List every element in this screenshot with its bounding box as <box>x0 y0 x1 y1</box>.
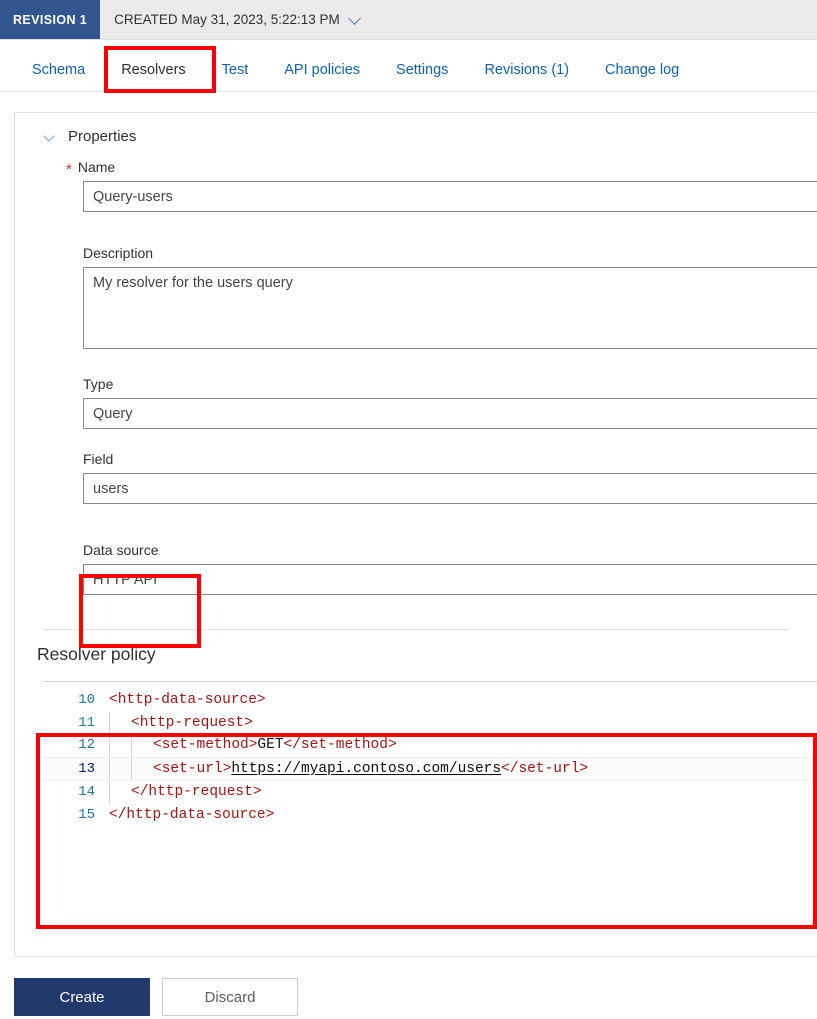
code-line[interactable]: 13 <set-url>https://myapi.contoso.com/use… <box>43 756 817 781</box>
code-text: <http-request> <box>131 714 253 731</box>
tab-change-log[interactable]: Change log <box>587 62 697 91</box>
resolver-form-card: Properties * Name Query-users Descriptio… <box>14 112 817 957</box>
tab-resolvers[interactable]: Resolvers <box>103 62 203 91</box>
line-number: 11 <box>78 714 95 731</box>
code-text: </http-data-source> <box>109 806 275 823</box>
field-field-group: Field users <box>83 451 817 504</box>
name-field-group: * Name Query-users <box>66 159 817 212</box>
code-line[interactable]: 15 </http-data-source> <box>43 804 817 827</box>
revision-created-info[interactable]: CREATED May 31, 2023, 5:22:13 PM <box>100 0 362 39</box>
code-line[interactable]: 14 </http-request> <box>43 781 817 804</box>
type-input[interactable]: Query <box>83 398 817 429</box>
resolver-policy-title: Resolver policy <box>37 644 156 664</box>
code-text: <http-data-source> <box>109 692 266 708</box>
name-label-text: Name <box>77 159 116 175</box>
tab-schema[interactable]: Schema <box>14 62 103 91</box>
type-field-group: Type Query <box>83 376 817 429</box>
properties-section-header[interactable]: Properties <box>15 113 817 145</box>
tab-api-policies[interactable]: API policies <box>266 62 378 91</box>
discard-button[interactable]: Discard <box>162 978 298 1016</box>
create-button[interactable]: Create <box>14 978 150 1016</box>
code-text: <set-url>https://myapi.contoso.com/users… <box>153 760 589 777</box>
indent-guides <box>109 711 131 734</box>
field-label: Field <box>83 451 114 467</box>
revision-created-text: CREATED May 31, 2023, 5:22:13 PM <box>114 12 340 27</box>
line-number: 14 <box>78 784 95 800</box>
revision-header-bar: REVISION 1 CREATED May 31, 2023, 5:22:13… <box>0 0 817 40</box>
code-text: <set-method>GET</set-method> <box>153 737 397 753</box>
description-input[interactable]: My resolver for the users query <box>83 267 817 349</box>
data-source-input[interactable]: HTTP API <box>83 564 817 595</box>
indent-guides <box>109 757 153 780</box>
field-input[interactable]: users <box>83 473 817 504</box>
name-label: * Name <box>66 159 817 177</box>
chevron-down-icon[interactable] <box>44 130 57 143</box>
revision-badge: REVISION 1 <box>0 0 101 39</box>
code-text: </http-request> <box>131 784 262 800</box>
properties-section-title: Properties <box>68 128 137 145</box>
properties-form: * Name Query-users Description My resolv… <box>15 159 817 595</box>
line-number: 15 <box>78 806 95 823</box>
code-line[interactable]: 12 <set-method>GET</set-method> <box>43 734 817 757</box>
type-label: Type <box>83 376 114 392</box>
tab-revisions[interactable]: Revisions (1) <box>466 62 587 91</box>
form-action-buttons: Create Discard <box>14 978 298 1016</box>
code-line[interactable]: 11 <http-request> <box>43 711 817 734</box>
description-field-group: Description My resolver for the users qu… <box>83 245 817 349</box>
line-number: 13 <box>78 760 95 777</box>
name-input[interactable]: Query-users <box>83 181 817 212</box>
line-number: 12 <box>78 737 95 753</box>
line-number: 10 <box>78 692 95 708</box>
resolver-policy-editor[interactable]: 10 <http-data-source> 11 <http-request> 12 <s… <box>43 681 817 826</box>
indent-guides <box>109 734 153 757</box>
tab-test[interactable]: Test <box>204 62 267 91</box>
required-asterisk: * <box>66 160 72 178</box>
data-source-label: Data source <box>83 542 159 558</box>
tab-settings[interactable]: Settings <box>378 62 466 91</box>
description-label: Description <box>83 245 154 261</box>
chevron-down-icon[interactable] <box>349 13 362 26</box>
indent-guides <box>109 781 131 804</box>
data-source-field-group: Data source HTTP API <box>83 542 817 595</box>
tab-bar: Schema Resolvers Test API policies Setti… <box>0 40 817 92</box>
code-line[interactable]: 10 <http-data-source> <box>43 689 817 712</box>
